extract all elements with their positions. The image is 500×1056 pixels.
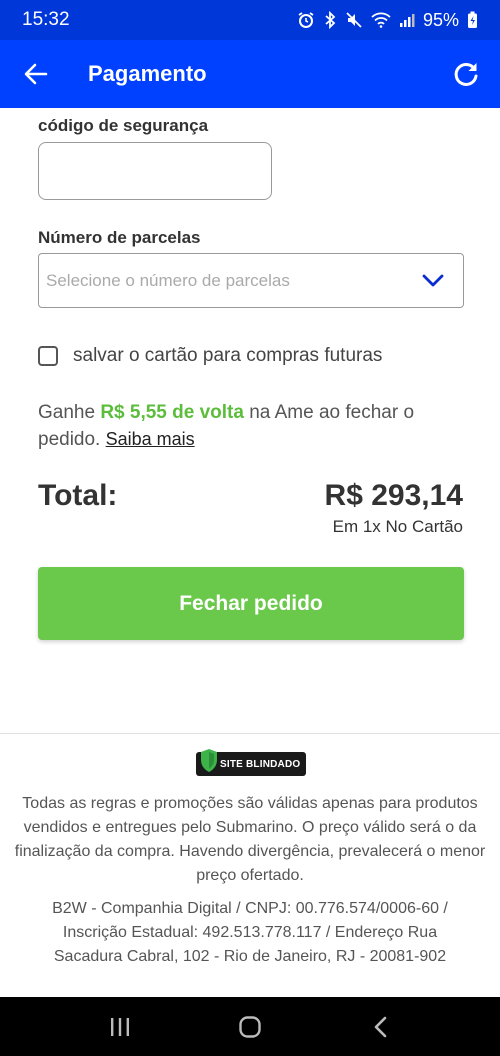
footer-notice: Todas as regras e promoções são válidas …	[14, 795, 486, 884]
learn-more-link[interactable]: Saiba mais	[106, 429, 195, 449]
installments-select[interactable]: Selecione o número de parcelas	[38, 253, 464, 308]
total-label: Total:	[38, 479, 118, 512]
shield-icon	[201, 749, 217, 772]
close-order-button[interactable]: Fechar pedido	[38, 567, 464, 640]
arrow-left-icon	[24, 63, 48, 85]
installments-label: Número de parcelas	[38, 228, 201, 247]
alarm-icon	[298, 12, 314, 28]
save-card-checkbox[interactable]	[38, 346, 58, 366]
signal-icon	[399, 14, 415, 27]
refresh-icon	[454, 62, 478, 86]
refresh-button[interactable]	[432, 40, 500, 108]
chevron-down-icon	[403, 273, 463, 289]
back-icon	[374, 1016, 387, 1037]
seal-text: SITE BLINDADO	[220, 758, 301, 770]
wifi-icon	[371, 12, 391, 28]
site-blindado-seal: SITE BLINDADO	[196, 749, 306, 776]
security-code-input[interactable]	[38, 142, 272, 200]
save-card-row[interactable]: salvar o cartão para compras futuras	[38, 345, 382, 367]
status-time: 15:32	[22, 9, 70, 30]
installment-info: Em 1x No Cartão	[332, 517, 463, 536]
recent-apps-icon	[111, 1017, 129, 1036]
status-icons: 95%	[297, 10, 478, 31]
cashback-message: Ganhe R$ 5,55 de volta na Ame ao fechar …	[38, 399, 468, 453]
cashback-amount: R$ 5,55 de volta	[100, 402, 244, 423]
system-nav-bar	[0, 997, 500, 1056]
bluetooth-icon	[325, 11, 336, 29]
page-title: Pagamento	[88, 61, 207, 86]
total-value: R$ 293,14	[324, 479, 463, 512]
back-button[interactable]	[0, 40, 70, 108]
status-bar: 15:32 95%	[0, 0, 500, 40]
footer-company-info: B2W - Companhia Digital / CNPJ: 00.776.5…	[52, 900, 448, 965]
installments-placeholder: Selecione o número de parcelas	[46, 270, 290, 290]
app-bar: Pagamento	[0, 40, 500, 108]
save-card-label: salvar o cartão para compras futuras	[73, 345, 383, 366]
cashback-prefix: Ganhe	[38, 402, 101, 423]
home-icon	[239, 1015, 261, 1038]
battery-icon	[468, 11, 477, 28]
security-code-label: código de segurança	[38, 116, 209, 135]
footer-divider	[0, 733, 500, 734]
mute-icon	[346, 12, 362, 28]
system-back-button[interactable]	[350, 997, 410, 1056]
recent-apps-button[interactable]	[90, 997, 150, 1056]
battery-level: 95%	[422, 9, 459, 30]
home-button[interactable]	[220, 997, 280, 1056]
